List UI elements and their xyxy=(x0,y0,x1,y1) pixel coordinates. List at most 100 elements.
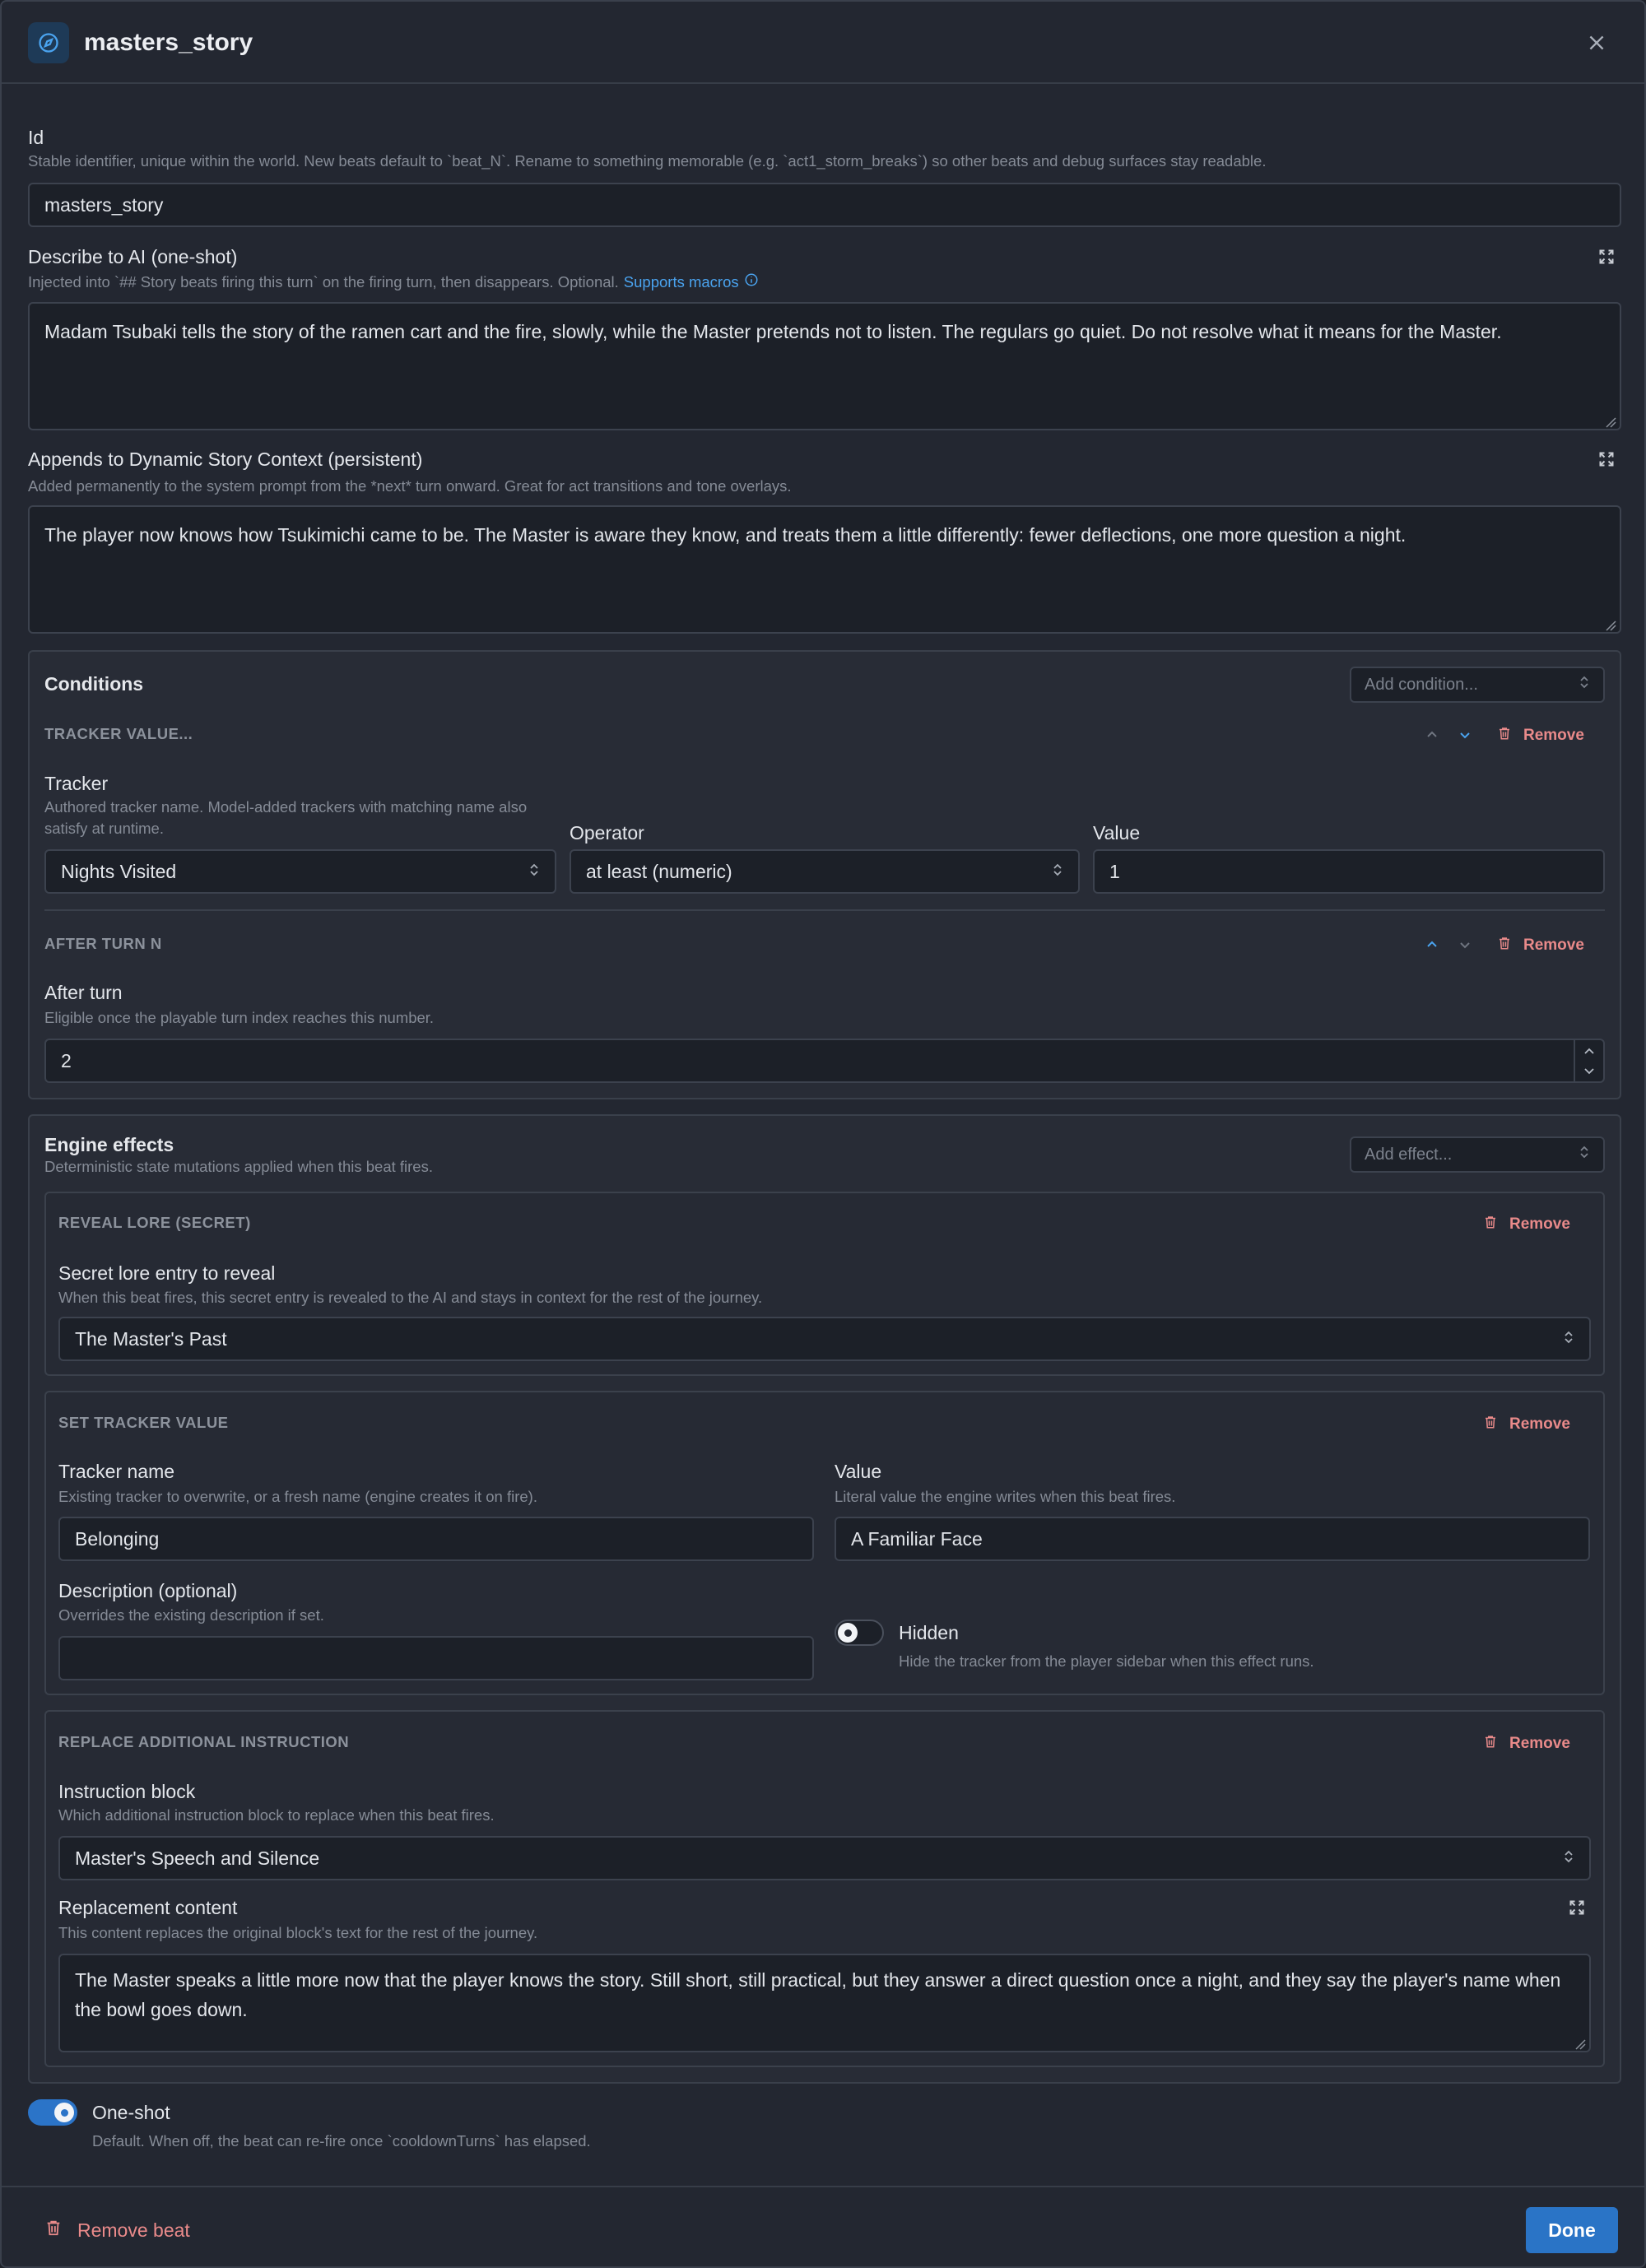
compass-icon xyxy=(28,22,69,63)
id-input[interactable]: masters_story xyxy=(28,183,1621,227)
after-turn-label: After turn xyxy=(44,982,123,1003)
trash-icon xyxy=(1483,1734,1498,1754)
describe-ai-help: Injected into `## Story beats firing thi… xyxy=(28,272,759,293)
close-icon[interactable] xyxy=(1582,28,1611,58)
remove-beat-button[interactable]: Remove beat xyxy=(44,2219,190,2242)
chevron-up-down-icon xyxy=(1579,1145,1590,1164)
description-input[interactable] xyxy=(58,1636,814,1680)
hidden-label: Hidden xyxy=(899,1622,959,1643)
hidden-help: Hide the tracker from the player sidebar… xyxy=(899,1652,1314,1670)
dialog-footer: Remove beat Done xyxy=(2,2186,1644,2268)
instruction-block-help: Which additional instruction block to re… xyxy=(58,1806,495,1824)
move-up-icon[interactable] xyxy=(1421,934,1443,955)
secret-lore-label: Secret lore entry to reveal xyxy=(58,1262,276,1284)
effects-help: Deterministic state mutations applied wh… xyxy=(44,1158,433,1175)
tracker-help: Authored tracker name. Model-added track… xyxy=(44,798,528,837)
expand-icon[interactable] xyxy=(1566,1897,1588,1918)
remove-label: Remove xyxy=(1509,1415,1570,1433)
chevron-up-down-icon xyxy=(1052,861,1063,883)
set-tracker-heading: SET TRACKER VALUE xyxy=(58,1414,229,1431)
resize-grip-icon[interactable] xyxy=(1574,2038,1586,2050)
hidden-toggle[interactable] xyxy=(835,1620,884,1646)
remove-label: Remove xyxy=(1523,727,1584,744)
tracker-name-help: Existing tracker to overwrite, or a fres… xyxy=(58,1488,537,1505)
tracker-value-help: Literal value the engine writes when thi… xyxy=(835,1488,1176,1505)
move-up-icon[interactable] xyxy=(1421,724,1443,746)
add-condition-select[interactable]: Add condition... xyxy=(1350,667,1605,703)
replacement-content-help: This content replaces the original block… xyxy=(58,1924,538,1941)
move-down-icon[interactable] xyxy=(1454,934,1476,955)
replacement-content-textarea[interactable]: The Master speaks a little more now that… xyxy=(58,1954,1591,2052)
operator-select[interactable]: at least (numeric) xyxy=(570,849,1080,894)
remove-label: Remove xyxy=(1509,1215,1570,1233)
add-condition-placeholder: Add condition... xyxy=(1365,675,1478,694)
dynamic-context-textarea[interactable]: The player now knows how Tsukimichi came… xyxy=(28,505,1621,634)
number-stepper[interactable] xyxy=(1574,1040,1603,1081)
describe-ai-textarea[interactable]: Madam Tsubaki tells the story of the ram… xyxy=(28,302,1621,430)
resize-grip-icon[interactable] xyxy=(1605,416,1616,428)
dialog-header: masters_story xyxy=(2,2,1644,84)
trash-icon xyxy=(1497,936,1512,955)
remove-label: Remove xyxy=(1523,936,1584,954)
trash-icon xyxy=(1497,726,1512,746)
tracker-selected: Nights Visited xyxy=(61,860,177,882)
beat-editor-dialog: masters_story Id Stable identifier, uniq… xyxy=(0,0,1646,2268)
resize-grip-icon[interactable] xyxy=(1605,620,1616,631)
tracker-value-label: Value xyxy=(835,1461,882,1482)
describe-ai-help-text: Injected into `## Story beats firing thi… xyxy=(28,273,619,290)
remove-effect-button[interactable]: Remove xyxy=(1483,1734,1570,1754)
add-effect-placeholder: Add effect... xyxy=(1365,1145,1453,1164)
after-turn-heading: AFTER TURN N xyxy=(44,935,162,952)
add-effect-select[interactable]: Add effect... xyxy=(1350,1136,1605,1173)
operator-selected: at least (numeric) xyxy=(586,860,732,882)
info-icon[interactable] xyxy=(744,272,759,293)
toggle-knob xyxy=(54,2103,74,2122)
supports-macros-link[interactable]: Supports macros xyxy=(624,272,739,293)
chevron-up-down-icon xyxy=(1579,675,1590,695)
one-shot-label: One-shot xyxy=(92,2102,170,2123)
expand-icon[interactable] xyxy=(1596,246,1617,267)
conditions-title: Conditions xyxy=(44,673,144,695)
tracker-value-heading: TRACKER VALUE... xyxy=(44,725,193,742)
move-down-icon[interactable] xyxy=(1454,724,1476,746)
tracker-name-input[interactable]: Belonging xyxy=(58,1517,814,1561)
after-turn-input[interactable]: 2 xyxy=(44,1039,1605,1083)
stepper-down-icon[interactable] xyxy=(1583,1067,1595,1076)
describe-ai-label: Describe to AI (one-shot) xyxy=(28,246,238,267)
remove-beat-label: Remove beat xyxy=(77,2219,190,2241)
stepper-up-icon[interactable] xyxy=(1583,1047,1595,1055)
done-button[interactable]: Done xyxy=(1526,2207,1618,2253)
instruction-block-select[interactable]: Master's Speech and Silence xyxy=(58,1836,1591,1880)
expand-icon[interactable] xyxy=(1596,448,1617,470)
description-help: Overrides the existing description if se… xyxy=(58,1606,324,1624)
id-label: Id xyxy=(28,127,44,148)
value-input[interactable]: 1 xyxy=(1093,849,1605,894)
tracker-select[interactable]: Nights Visited xyxy=(44,849,556,894)
trash-icon xyxy=(44,2219,63,2242)
dynamic-context-label: Appends to Dynamic Story Context (persis… xyxy=(28,448,423,470)
reveal-lore-heading: REVEAL LORE (SECRET) xyxy=(58,1214,251,1231)
remove-label: Remove xyxy=(1509,1735,1570,1752)
remove-effect-button[interactable]: Remove xyxy=(1483,1215,1570,1234)
value-label: Value xyxy=(1093,822,1141,844)
chevron-up-down-icon xyxy=(1563,1847,1574,1870)
tracker-label: Tracker xyxy=(44,773,109,794)
dynamic-context-help: Added permanently to the system prompt f… xyxy=(28,477,792,495)
instruction-block-selected: Master's Speech and Silence xyxy=(75,1847,320,1869)
tracker-value-input[interactable]: A Familiar Face xyxy=(835,1517,1590,1561)
remove-condition-button[interactable]: Remove xyxy=(1497,936,1584,955)
secret-lore-select[interactable]: The Master's Past xyxy=(58,1317,1591,1361)
replace-instruction-heading: REPLACE ADDITIONAL INSTRUCTION xyxy=(58,1733,350,1750)
remove-condition-button[interactable]: Remove xyxy=(1497,726,1584,746)
chevron-up-down-icon xyxy=(1563,1328,1574,1350)
one-shot-toggle[interactable] xyxy=(28,2099,77,2126)
after-turn-help: Eligible once the playable turn index re… xyxy=(44,1009,435,1026)
dialog-title: masters_story xyxy=(84,29,253,56)
id-help: Stable identifier, unique within the wor… xyxy=(28,152,1267,170)
remove-effect-button[interactable]: Remove xyxy=(1483,1415,1570,1434)
chevron-up-down-icon xyxy=(528,861,540,883)
secret-lore-selected: The Master's Past xyxy=(75,1327,227,1350)
effects-title: Engine effects xyxy=(44,1134,174,1155)
replacement-content-label: Replacement content xyxy=(58,1897,238,1918)
condition-divider xyxy=(44,909,1605,911)
